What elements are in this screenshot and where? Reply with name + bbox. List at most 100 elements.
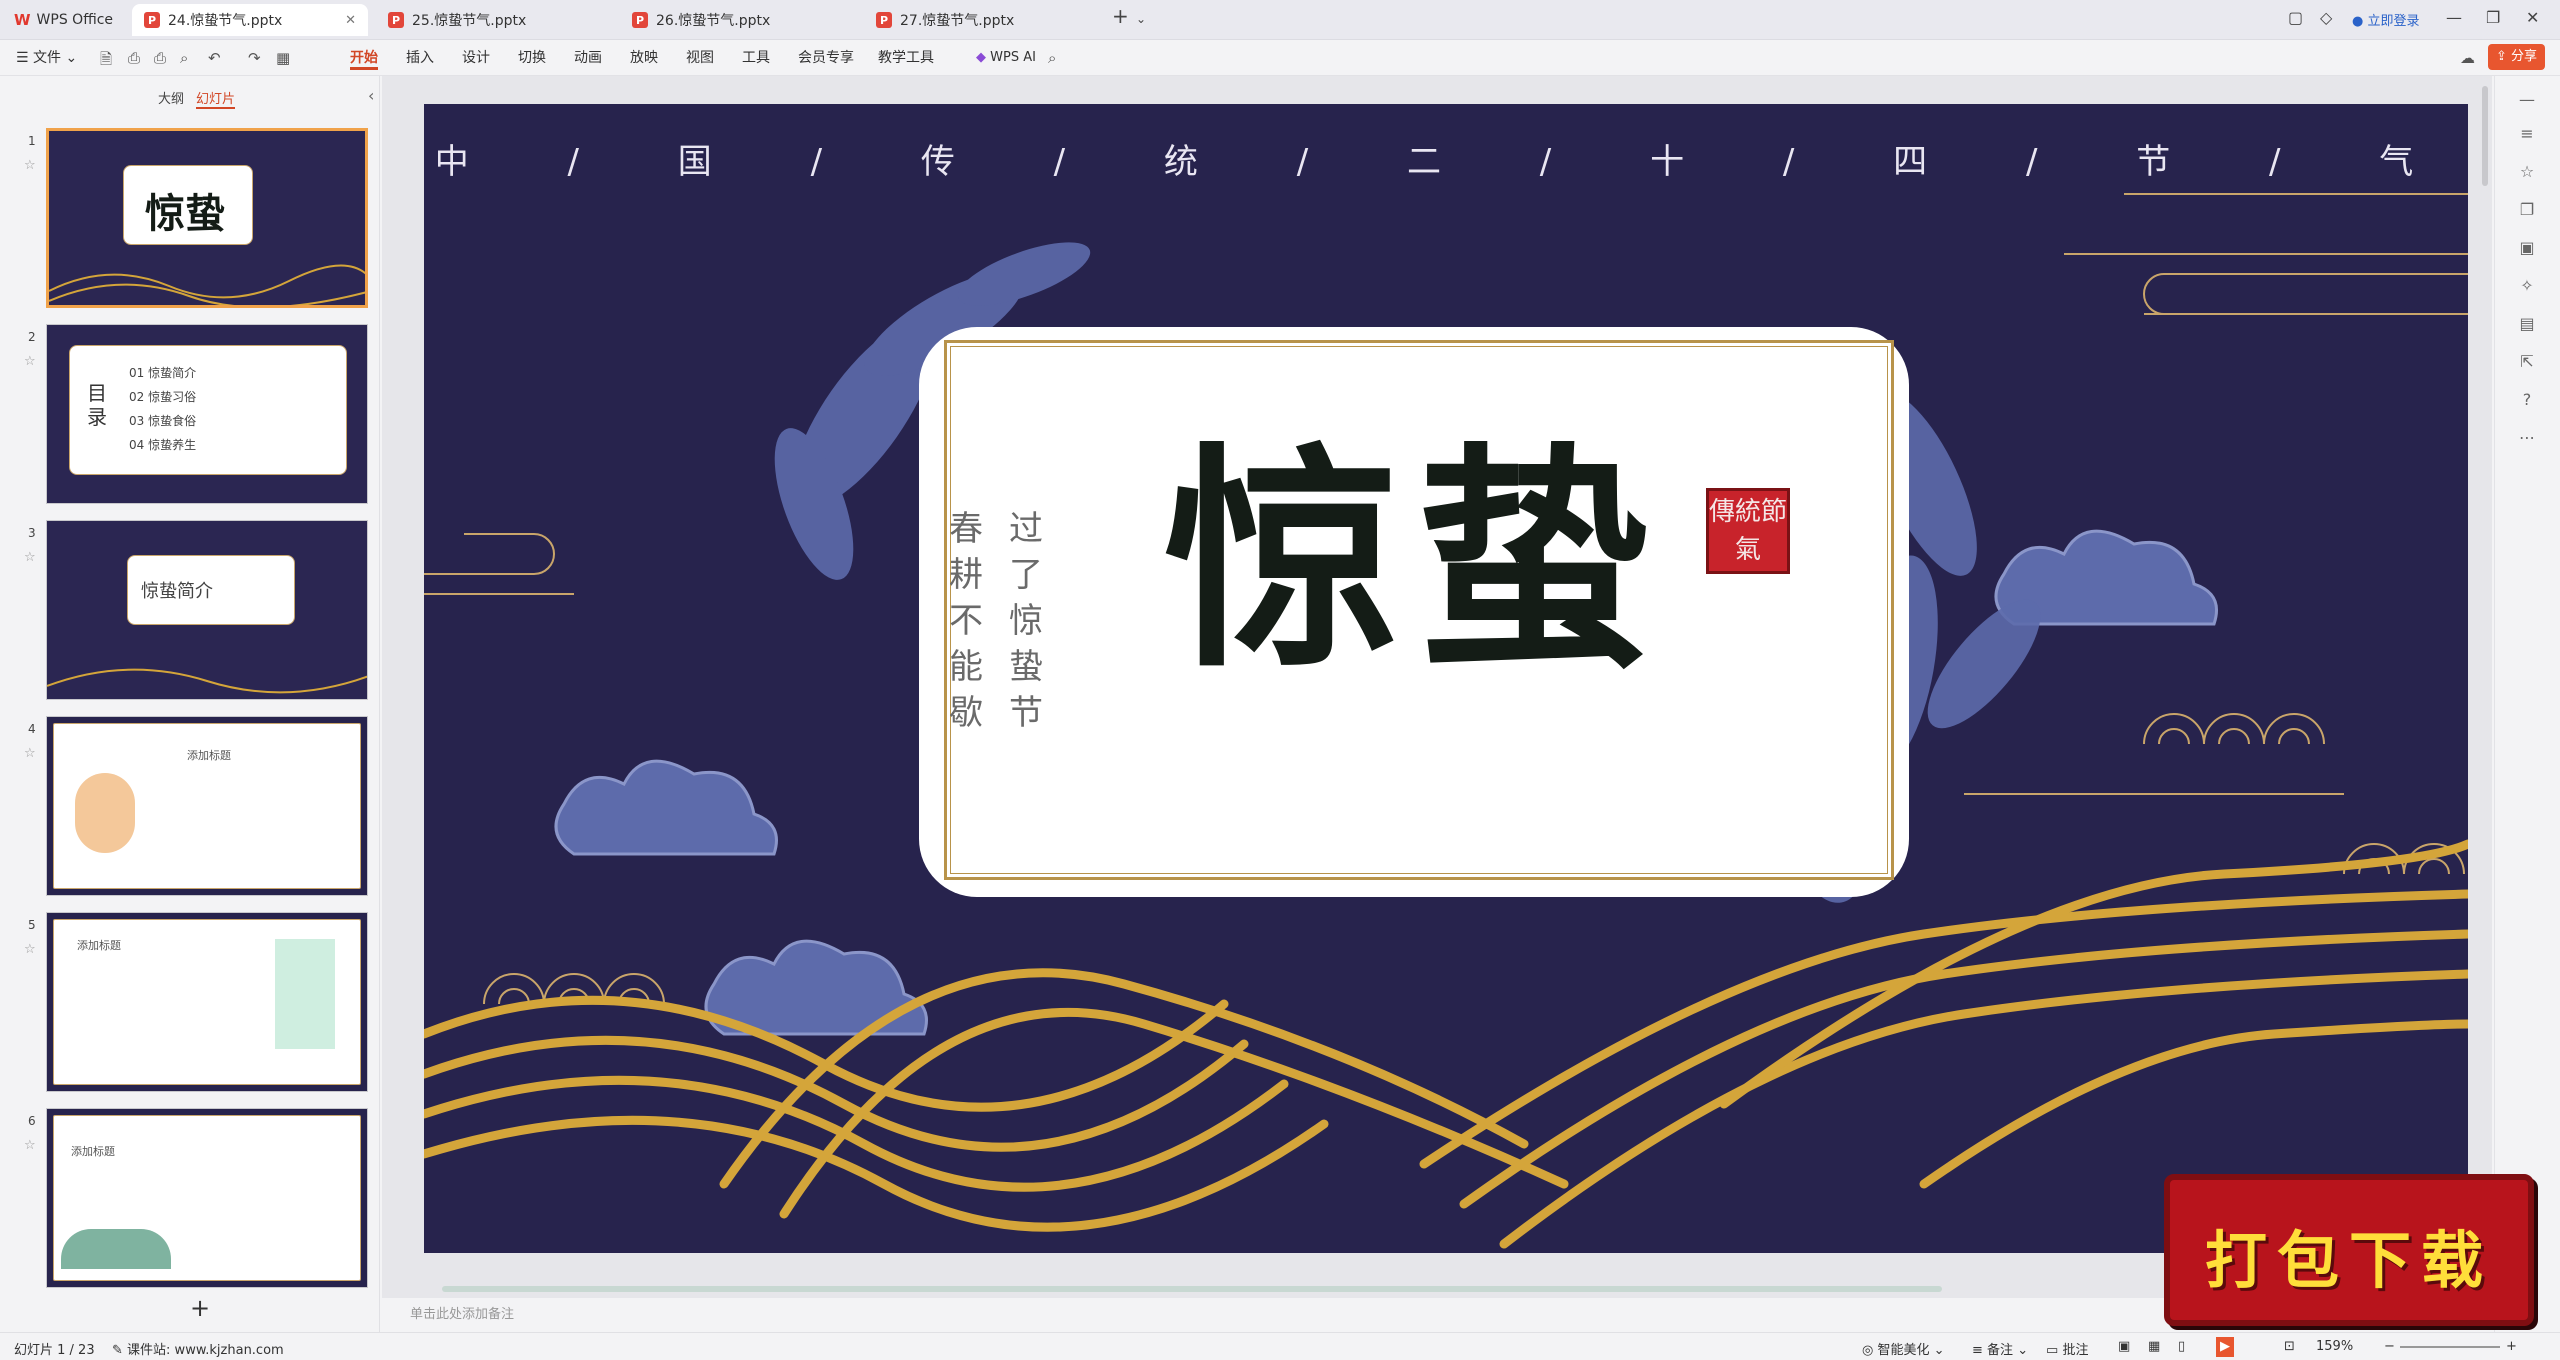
star-icon[interactable]: ☆	[24, 354, 36, 369]
star-icon[interactable]: ☆	[2517, 162, 2537, 181]
preview-icon[interactable]: ⌕	[180, 49, 188, 67]
red-seal-stamp: 傳統節氣	[1706, 488, 1790, 574]
tab-slides[interactable]: 幻灯片	[196, 88, 236, 109]
image-icon[interactable]: ▣	[2517, 238, 2537, 257]
tab-design[interactable]: 设计	[462, 46, 490, 70]
add-slide-button[interactable]: +	[190, 1294, 210, 1322]
slide-number: 3	[28, 526, 36, 540]
collapse-panel-icon[interactable]: ‹	[368, 86, 374, 105]
wps-home-tab[interactable]: W WPS Office	[14, 4, 113, 36]
tab-member[interactable]: 会员专享	[798, 46, 854, 70]
notes-toggle-button[interactable]: ≡ 备注 ⌄	[1972, 1339, 2028, 1358]
tab-file-24[interactable]: P 24.惊蛰节气.pptx ✕	[132, 4, 368, 36]
ai-icon: ◆	[976, 50, 986, 65]
sorter-view-icon[interactable]: ▦	[2148, 1339, 2160, 1354]
star-icon[interactable]: ☆	[24, 158, 36, 173]
vertical-scrollbar[interactable]	[2482, 86, 2488, 186]
tab-home[interactable]: 开始	[350, 46, 378, 70]
tab-transition[interactable]: 切换	[518, 46, 546, 70]
thumb-title: 惊蛰简介	[141, 581, 213, 602]
cube-icon[interactable]: ◇	[2320, 8, 2332, 27]
save-icon[interactable]: 🗎	[100, 49, 112, 74]
thumb-card	[69, 345, 347, 475]
login-button[interactable]: ● 立即登录	[2352, 10, 2420, 29]
fit-icon[interactable]: ⊡	[2284, 1339, 2295, 1354]
thumb-title: 惊蛰	[145, 190, 225, 237]
share-box-icon[interactable]: ⇱	[2517, 352, 2537, 371]
share-button[interactable]: ⇪ 分享	[2488, 44, 2546, 70]
notes-label: 备注	[1987, 1343, 2014, 1358]
tab-file-26[interactable]: P 26.惊蛰节气.pptx	[620, 4, 856, 36]
close-icon[interactable]: ✕	[345, 13, 356, 28]
slide-thumb-2[interactable]: 目录 01 惊蛰简介 02 惊蛰习俗 03 惊蛰食俗 04 惊蛰养生	[46, 324, 368, 504]
new-tab-button[interactable]: +	[1112, 4, 1129, 28]
comment-icon: ▭	[2046, 1343, 2059, 1358]
slide-1[interactable]: 中 / 国 / 传 / 统 / 二 / 十 / 四 / 节 / 气 春耕不能歇 …	[424, 104, 2468, 1253]
star-icon[interactable]: ☆	[24, 942, 36, 957]
zoom-out-button[interactable]: −	[2384, 1339, 2395, 1354]
reading-view-icon[interactable]: ▯	[2178, 1339, 2185, 1354]
star-icon[interactable]: ☆	[24, 1138, 36, 1153]
tab-view[interactable]: 视图	[686, 46, 714, 70]
minimize-button[interactable]: —	[2446, 8, 2462, 27]
share-label: 分享	[2511, 49, 2538, 64]
tab-insert[interactable]: 插入	[406, 46, 434, 70]
zoom-slider[interactable]	[2400, 1346, 2500, 1348]
tab-animation[interactable]: 动画	[574, 46, 602, 70]
play-slideshow-icon[interactable]: ▶	[2216, 1337, 2234, 1357]
thumb-waves	[47, 668, 367, 694]
beautify-button[interactable]: ◎ 智能美化 ⌄	[1862, 1339, 1945, 1358]
star-icon[interactable]: ☆	[24, 550, 36, 565]
slide-thumb-5[interactable]: 添加标题	[46, 912, 368, 1092]
status-bar: 幻灯片 1 / 23 ✎ 课件站: www.kjzhan.com ◎ 智能美化 …	[0, 1332, 2560, 1360]
slide-thumb-3[interactable]: 惊蛰简介	[46, 520, 368, 700]
undo-icon[interactable]: ↶	[208, 49, 221, 67]
normal-view-icon[interactable]: ▣	[2118, 1339, 2130, 1354]
copy-icon[interactable]: ❐	[2517, 200, 2537, 219]
book-icon[interactable]: ▤	[2517, 314, 2537, 333]
wps-ai-button[interactable]: ◆ WPS AI	[976, 46, 1036, 70]
slide-number: 6	[28, 1114, 36, 1128]
zoom-level[interactable]: 159%	[2316, 1339, 2353, 1354]
horizontal-scrollbar[interactable]	[442, 1286, 1942, 1292]
ai-label: WPS AI	[990, 50, 1036, 65]
comment-button[interactable]: ▭ 批注	[2046, 1339, 2088, 1358]
more-icon[interactable]: ⋯	[2517, 428, 2537, 447]
settings-sliders-icon[interactable]: ≡	[2517, 124, 2537, 143]
download-banner[interactable]: 打包下载	[2164, 1174, 2534, 1326]
window-mode-icon[interactable]: ▢	[2288, 8, 2303, 27]
umbrella-girl-illustration	[275, 939, 335, 1049]
tab-slideshow[interactable]: 放映	[630, 46, 658, 70]
tab-file-27[interactable]: P 27.惊蛰节气.pptx	[864, 4, 1100, 36]
star-icon[interactable]: ☆	[24, 746, 36, 761]
tab-teaching[interactable]: 教学工具	[878, 46, 934, 70]
tab-tools[interactable]: 工具	[742, 46, 770, 70]
export-icon[interactable]: ⎙	[128, 49, 140, 67]
slide-thumb-4[interactable]: 添加标题	[46, 716, 368, 896]
slide-thumb-6[interactable]: 添加标题	[46, 1108, 368, 1288]
file-menu[interactable]: ☰ 文件 ⌄	[16, 46, 77, 70]
zoom-in-button[interactable]: +	[2506, 1339, 2517, 1354]
vertical-text-left: 春耕不能歇	[949, 509, 983, 733]
tab-list-chevron-icon[interactable]: ⌄	[1136, 12, 1146, 26]
tab-file-25[interactable]: P 25.惊蛰节气.pptx	[376, 4, 612, 36]
tab-outline[interactable]: 大纲	[158, 88, 184, 107]
help-icon[interactable]: ?	[2517, 390, 2537, 409]
notes-icon: ≡	[1972, 1343, 1983, 1358]
maximize-button[interactable]: ❐	[2486, 8, 2500, 27]
ribbon-menu: ☰ 文件 ⌄ 🗎 ⎙ ⎙ ⌕ ↶ ↷ ▦ 开始 插入 设计 切换 动画 放映 视…	[0, 40, 2560, 76]
close-window-button[interactable]: ✕	[2526, 8, 2539, 27]
search-icon[interactable]: ⌕	[1048, 49, 1056, 67]
right-toolbar: — ≡ ☆ ❐ ▣ ✧ ▤ ⇱ ? ⋯	[2494, 76, 2560, 1332]
source-text: 课件站: www.kjzhan.com	[127, 1343, 284, 1358]
ppt-icon: P	[876, 12, 892, 28]
minimize-panel-icon[interactable]: —	[2517, 90, 2537, 109]
ppt-icon: P	[632, 12, 648, 28]
redo-icon[interactable]: ↷	[248, 49, 261, 67]
cloud-sync-icon[interactable]: ☁	[2460, 49, 2475, 67]
format-painter-icon[interactable]: ▦	[276, 49, 290, 67]
slide-thumb-1[interactable]: 惊蛰	[46, 128, 368, 308]
girl-illustration	[75, 773, 135, 853]
print-icon[interactable]: ⎙	[154, 49, 166, 67]
magic-wand-icon[interactable]: ✧	[2517, 276, 2537, 295]
